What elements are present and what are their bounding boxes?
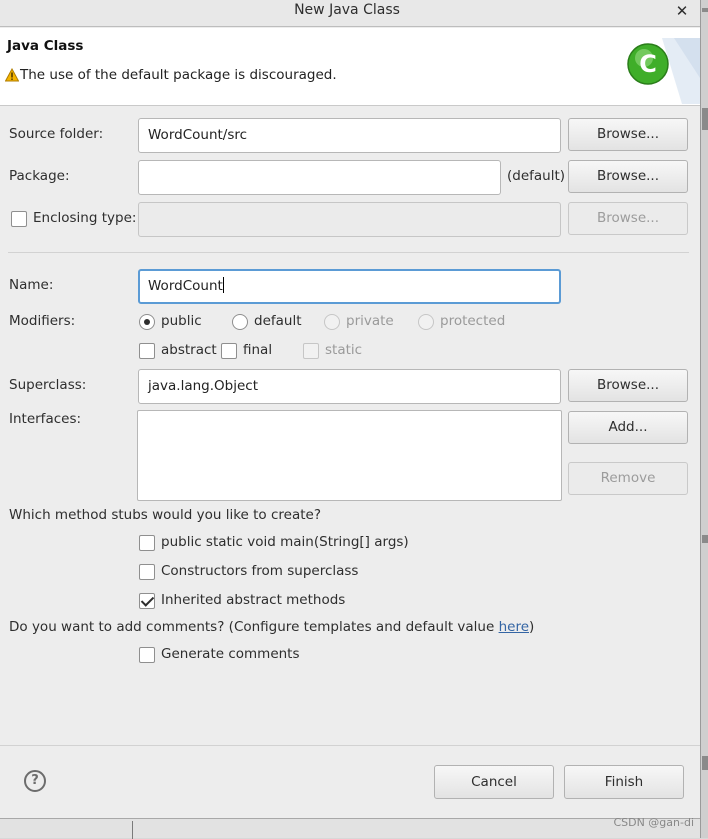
package-browse-button[interactable]: Browse... [568,160,688,193]
modifier-abstract-checkbox[interactable] [139,343,155,359]
comments-question-text: Do you want to add comments? (Configure … [9,619,499,635]
package-default-hint: (default) [507,168,566,184]
warning-icon [4,67,20,86]
generate-comments-checkbox[interactable] [139,647,155,663]
stub-main-checkbox[interactable] [139,535,155,551]
interfaces-label: Interfaces: [9,411,82,427]
text-caret [222,277,224,293]
name-input[interactable]: WordCount [138,269,561,304]
method-stubs-question: Which method stubs would you like to cre… [9,507,321,523]
source-folder-label: Source folder: [9,126,104,142]
superclass-browse-button[interactable]: Browse... [568,369,688,402]
modifier-protected-radio [418,314,434,330]
close-icon[interactable]: ✕ [672,1,692,21]
modifier-public-radio[interactable] [139,314,155,330]
background-status-bar [0,818,700,839]
new-java-class-dialog: New Java Class ✕ Java Class The use of t… [0,0,700,818]
generate-comments-label: Generate comments [161,646,300,662]
modifier-default-label: default [254,313,302,329]
enclosing-type-label: Enclosing type: [33,210,137,226]
name-value: WordCount [148,278,223,294]
name-label: Name: [9,277,54,293]
new-class-icon: C [622,38,700,108]
background-window-edge [700,0,708,838]
title-bar: New Java Class ✕ [0,0,700,27]
modifier-static-checkbox [303,343,319,359]
footer-separator [0,745,700,746]
modifier-final-label: final [243,342,273,358]
package-label: Package: [9,168,70,184]
cancel-button[interactable]: Cancel [434,765,554,799]
source-folder-input[interactable]: WordCount/src [138,118,561,153]
separator [8,252,689,253]
modifiers-label: Modifiers: [9,313,76,329]
superclass-label: Superclass: [9,377,87,393]
interfaces-add-button[interactable]: Add... [568,411,688,444]
modifier-private-label: private [346,313,394,329]
superclass-input[interactable]: java.lang.Object [138,369,561,404]
interfaces-list[interactable] [137,410,562,501]
watermark: CSDN @gan-di [613,816,694,829]
help-icon[interactable]: ? [24,770,46,792]
interfaces-remove-button: Remove [568,462,688,495]
stub-main-label: public static void main(String[] args) [161,534,409,550]
modifier-public-label: public [161,313,202,329]
stub-constructors-checkbox[interactable] [139,564,155,580]
stub-inherited-abstract-checkbox[interactable] [139,593,155,609]
wizard-title: Java Class [7,38,84,54]
enclosing-type-browse-button: Browse... [568,202,688,235]
modifier-final-checkbox[interactable] [221,343,237,359]
modifier-protected-label: protected [440,313,506,329]
configure-templates-link[interactable]: here [499,619,529,635]
modifier-abstract-label: abstract [161,342,217,358]
package-input[interactable] [138,160,501,195]
comments-question: Do you want to add comments? (Configure … [9,619,534,635]
modifier-static-label: static [325,342,363,358]
source-folder-browse-button[interactable]: Browse... [568,118,688,151]
modifier-private-radio [324,314,340,330]
warning-message: The use of the default package is discou… [20,67,337,83]
enclosing-type-input [138,202,561,237]
finish-button[interactable]: Finish [564,765,684,799]
window-title: New Java Class [294,2,400,18]
comments-question-end: ) [529,619,535,635]
stub-inherited-abstract-label: Inherited abstract methods [161,592,346,608]
modifier-default-radio[interactable] [232,314,248,330]
wizard-header: Java Class The use of the default packag… [0,28,700,106]
logo-letter: C [639,50,657,78]
stub-constructors-label: Constructors from superclass [161,563,359,579]
enclosing-type-checkbox[interactable] [11,211,27,227]
